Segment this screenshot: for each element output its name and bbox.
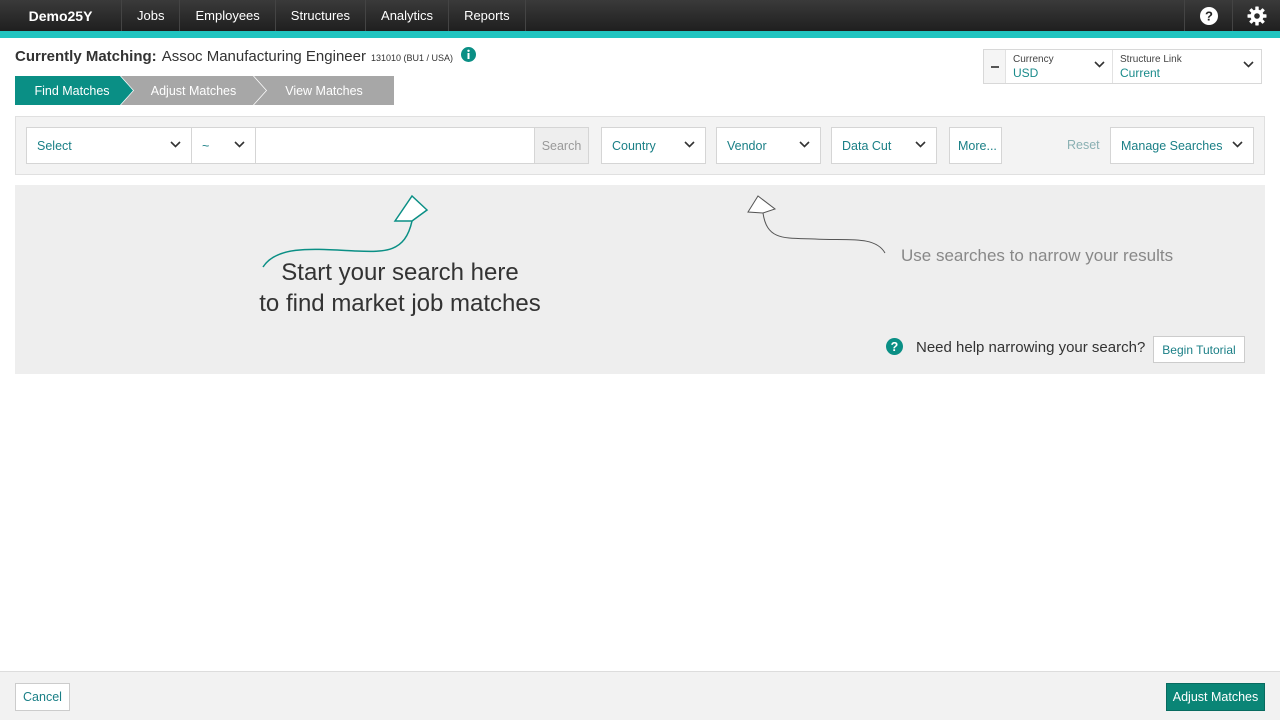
adjust-matches-button[interactable]: Adjust Matches bbox=[1166, 683, 1265, 711]
search-input[interactable] bbox=[255, 127, 535, 164]
nav-analytics[interactable]: Analytics bbox=[366, 0, 450, 31]
step-view-matches[interactable]: View Matches bbox=[254, 76, 394, 105]
settings-gear-icon[interactable] bbox=[1232, 0, 1280, 31]
svg-text:?: ? bbox=[1205, 8, 1213, 23]
search-hint-area: Start your search here to find market jo… bbox=[15, 185, 1265, 374]
step-breadcrumb: Find Matches Adjust Matches View Matches bbox=[15, 76, 394, 105]
chevron-down-icon bbox=[915, 141, 926, 148]
nav-jobs[interactable]: Jobs bbox=[122, 0, 181, 31]
nav-employees[interactable]: Employees bbox=[180, 0, 276, 31]
more-filters-button[interactable]: More... bbox=[949, 127, 1002, 164]
chevron-down-icon bbox=[1094, 61, 1105, 68]
vendor-label: Vendor bbox=[727, 138, 767, 153]
minus-icon bbox=[990, 65, 999, 68]
footer-bar: Cancel Adjust Matches bbox=[0, 671, 1280, 720]
operator-value: ~ bbox=[202, 138, 210, 153]
hint-line-1: Start your search here bbox=[281, 259, 519, 286]
accent-bar bbox=[0, 31, 1280, 38]
chevron-down-icon bbox=[1232, 141, 1243, 148]
search-button[interactable]: Search bbox=[534, 127, 589, 164]
currently-matching-label: Currently Matching: bbox=[15, 48, 157, 65]
data-cut-label: Data Cut bbox=[842, 138, 892, 153]
gray-curved-arrow bbox=[762, 212, 886, 254]
start-search-hint: Start your search here to find market jo… bbox=[215, 257, 585, 319]
country-label: Country bbox=[612, 138, 656, 153]
chevron-down-icon bbox=[234, 141, 245, 148]
chevron-down-icon bbox=[684, 141, 695, 148]
chevron-down-icon bbox=[170, 141, 181, 148]
currency-structure-controls: Currency USD Structure Link Current bbox=[983, 49, 1262, 84]
brand-logo[interactable]: Demo25Y bbox=[0, 0, 122, 31]
step-find-matches[interactable]: Find Matches bbox=[15, 76, 133, 105]
job-code: 131010 (BU1 / USA) bbox=[370, 53, 454, 63]
svg-text:?: ? bbox=[891, 340, 899, 354]
currently-matching: Currently Matching: Assoc Manufacturing … bbox=[15, 47, 477, 67]
narrow-results-hint: Use searches to narrow your results bbox=[901, 246, 1174, 265]
operator-dropdown[interactable]: ~ bbox=[191, 127, 256, 164]
data-cut-dropdown[interactable]: Data Cut bbox=[831, 127, 937, 164]
begin-tutorial-button[interactable]: Begin Tutorial bbox=[1153, 336, 1245, 363]
currency-value: USD bbox=[1013, 66, 1039, 80]
help-narrowing-text: Need help narrowing your search? bbox=[916, 339, 1146, 356]
teal-arrowhead-icon bbox=[393, 194, 429, 222]
collapse-button[interactable] bbox=[984, 50, 1006, 83]
cancel-button[interactable]: Cancel bbox=[15, 683, 70, 711]
reset-link[interactable]: Reset bbox=[1067, 138, 1100, 152]
help-icon[interactable]: ? bbox=[1184, 0, 1232, 31]
country-dropdown[interactable]: Country bbox=[601, 127, 706, 164]
gray-arrowhead-icon bbox=[747, 195, 777, 214]
chevron-down-icon bbox=[799, 141, 810, 148]
nav-right-tools: ? bbox=[1184, 0, 1280, 31]
currency-dropdown[interactable]: Currency USD bbox=[1006, 50, 1113, 83]
vendor-dropdown[interactable]: Vendor bbox=[716, 127, 821, 164]
hint-line-2: to find market job matches bbox=[259, 290, 541, 317]
top-nav: Demo25Y Jobs Employees Structures Analyt… bbox=[0, 0, 1280, 31]
structure-link-dropdown[interactable]: Structure Link Current bbox=[1113, 50, 1261, 83]
manage-searches-label: Manage Searches bbox=[1121, 138, 1223, 153]
structure-link-label: Structure Link bbox=[1120, 54, 1182, 65]
nav-reports[interactable]: Reports bbox=[449, 0, 526, 31]
step-adjust-matches[interactable]: Adjust Matches bbox=[121, 76, 266, 105]
job-title: Assoc Manufacturing Engineer bbox=[161, 48, 366, 65]
info-icon[interactable] bbox=[461, 47, 477, 66]
help-question-icon: ? bbox=[886, 338, 903, 360]
field-select-value: Select bbox=[37, 138, 72, 153]
field-select-dropdown[interactable]: Select bbox=[26, 127, 192, 164]
manage-searches-dropdown[interactable]: Manage Searches bbox=[1110, 127, 1254, 164]
structure-link-value: Current bbox=[1120, 66, 1161, 80]
chevron-down-icon bbox=[1243, 61, 1254, 68]
nav-structures[interactable]: Structures bbox=[276, 0, 367, 31]
search-panel: Select ~ Search Country Vendor Data Cut … bbox=[15, 116, 1265, 175]
